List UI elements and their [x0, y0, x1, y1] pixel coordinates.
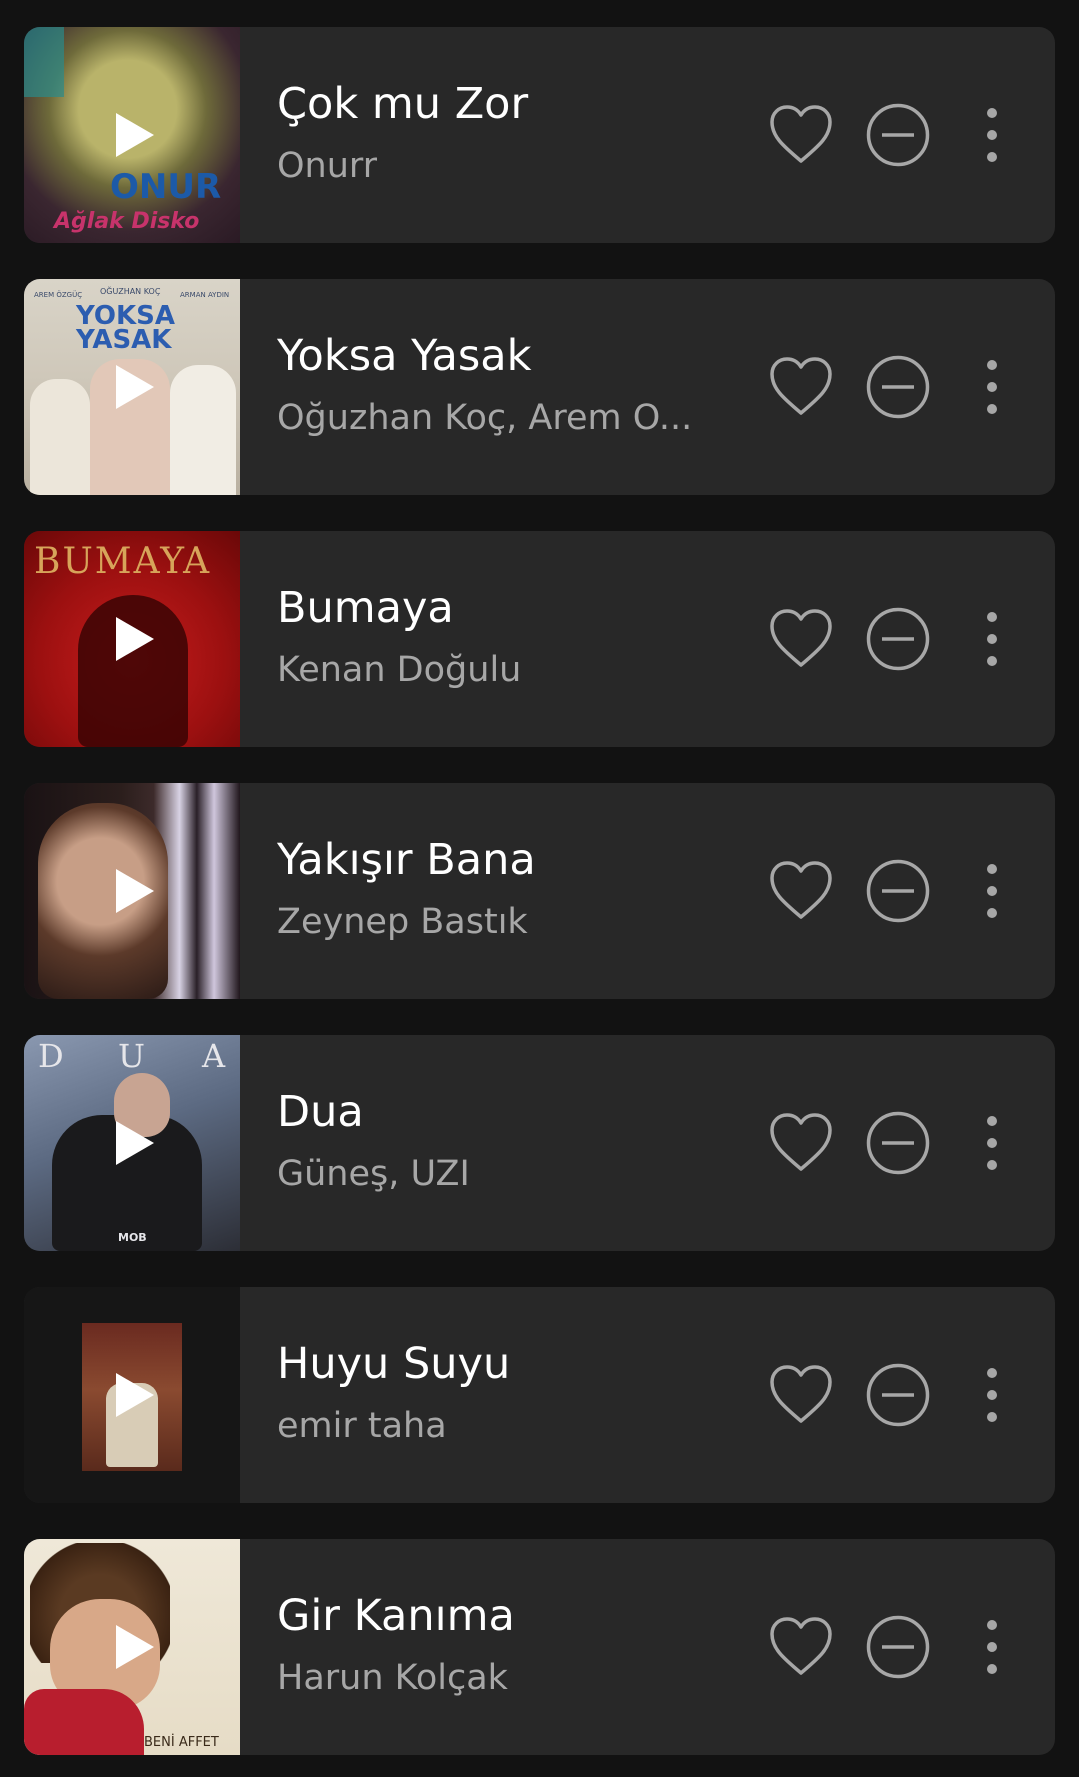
art-text: AREM ÖZGÜÇ [34, 291, 83, 299]
track-title: Bumaya [277, 583, 454, 633]
art-text: MOB [118, 1231, 147, 1244]
more-vertical-icon[interactable] [980, 1363, 1004, 1427]
more-vertical-icon[interactable] [980, 607, 1004, 671]
heart-icon[interactable] [768, 355, 834, 417]
heart-icon[interactable] [768, 1363, 834, 1425]
track-row[interactable]: Huyu Suyu emir taha [24, 1287, 1055, 1503]
track-row[interactable]: Yakışır Bana Zeynep Bastık [24, 783, 1055, 999]
minus-circle-icon[interactable] [866, 1111, 930, 1175]
track-artist[interactable]: emir taha [277, 1406, 447, 1446]
art-text: OĞUZHAN KOÇ [100, 287, 161, 296]
art-text: Ağlak Disko [54, 209, 200, 234]
track-list: ONUR Ağlak Disko Çok mu Zor Onurr AREM Ö… [24, 27, 1055, 1755]
album-art[interactable]: AREM ÖZGÜÇ OĞUZHAN KOÇ ARMAN AYDIN YOKSA… [24, 279, 240, 495]
track-row[interactable]: BUMAYA Bumaya Kenan Doğulu [24, 531, 1055, 747]
minus-circle-icon[interactable] [866, 103, 930, 167]
album-art[interactable]: BUMAYA [24, 531, 240, 747]
heart-icon[interactable] [768, 1615, 834, 1677]
more-vertical-icon[interactable] [980, 859, 1004, 923]
art-text: BENİ AFFET [144, 1735, 219, 1750]
track-artist[interactable]: Oğuzhan Koç, Arem O... [277, 398, 692, 438]
track-title: Huyu Suyu [277, 1339, 511, 1389]
art-text: ONUR [110, 167, 222, 207]
art-shape [24, 1689, 144, 1755]
play-icon[interactable] [116, 1121, 154, 1165]
minus-circle-icon[interactable] [866, 1363, 930, 1427]
more-vertical-icon[interactable] [980, 1615, 1004, 1679]
play-icon[interactable] [116, 1373, 154, 1417]
play-icon[interactable] [116, 365, 154, 409]
track-row[interactable]: AREM ÖZGÜÇ OĞUZHAN KOÇ ARMAN AYDIN YOKSA… [24, 279, 1055, 495]
track-artist[interactable]: Harun Kolçak [277, 1658, 508, 1698]
art-text: BUMAYA [34, 541, 212, 582]
minus-circle-icon[interactable] [866, 859, 930, 923]
more-vertical-icon[interactable] [980, 1111, 1004, 1175]
art-text: YASAK [76, 325, 172, 355]
album-art[interactable]: BENİ AFFET [24, 1539, 240, 1755]
heart-icon[interactable] [768, 103, 834, 165]
album-art[interactable]: ONUR Ağlak Disko [24, 27, 240, 243]
art-text: A [202, 1037, 226, 1075]
play-icon[interactable] [116, 1625, 154, 1669]
track-title: Dua [277, 1087, 364, 1137]
track-artist[interactable]: Güneş, UZI [277, 1154, 470, 1194]
minus-circle-icon[interactable] [866, 607, 930, 671]
more-vertical-icon[interactable] [980, 103, 1004, 167]
track-row[interactable]: D U A MOB Dua Güneş, UZI [24, 1035, 1055, 1251]
track-title: Yoksa Yasak [277, 331, 532, 381]
heart-icon[interactable] [768, 859, 834, 921]
minus-circle-icon[interactable] [866, 1615, 930, 1679]
track-row[interactable]: ONUR Ağlak Disko Çok mu Zor Onurr [24, 27, 1055, 243]
play-icon[interactable] [116, 617, 154, 661]
play-icon[interactable] [116, 869, 154, 913]
album-art[interactable]: D U A MOB [24, 1035, 240, 1251]
play-icon[interactable] [116, 113, 154, 157]
art-shape [30, 379, 90, 495]
heart-icon[interactable] [768, 1111, 834, 1173]
art-shape [170, 365, 236, 495]
track-row[interactable]: BENİ AFFET Gir Kanıma Harun Kolçak [24, 1539, 1055, 1755]
art-text: D [38, 1037, 64, 1075]
more-vertical-icon[interactable] [980, 355, 1004, 419]
heart-icon[interactable] [768, 607, 834, 669]
track-artist[interactable]: Kenan Doğulu [277, 650, 521, 690]
art-text: ARMAN AYDIN [180, 291, 230, 299]
track-title: Yakışır Bana [277, 835, 536, 885]
album-art[interactable] [24, 783, 240, 999]
album-art[interactable] [24, 1287, 240, 1503]
track-title: Çok mu Zor [277, 79, 529, 129]
track-title: Gir Kanıma [277, 1591, 515, 1641]
track-artist[interactable]: Onurr [277, 146, 377, 186]
art-shape [24, 27, 64, 97]
art-text: U [118, 1037, 145, 1075]
minus-circle-icon[interactable] [866, 355, 930, 419]
track-artist[interactable]: Zeynep Bastık [277, 902, 528, 942]
